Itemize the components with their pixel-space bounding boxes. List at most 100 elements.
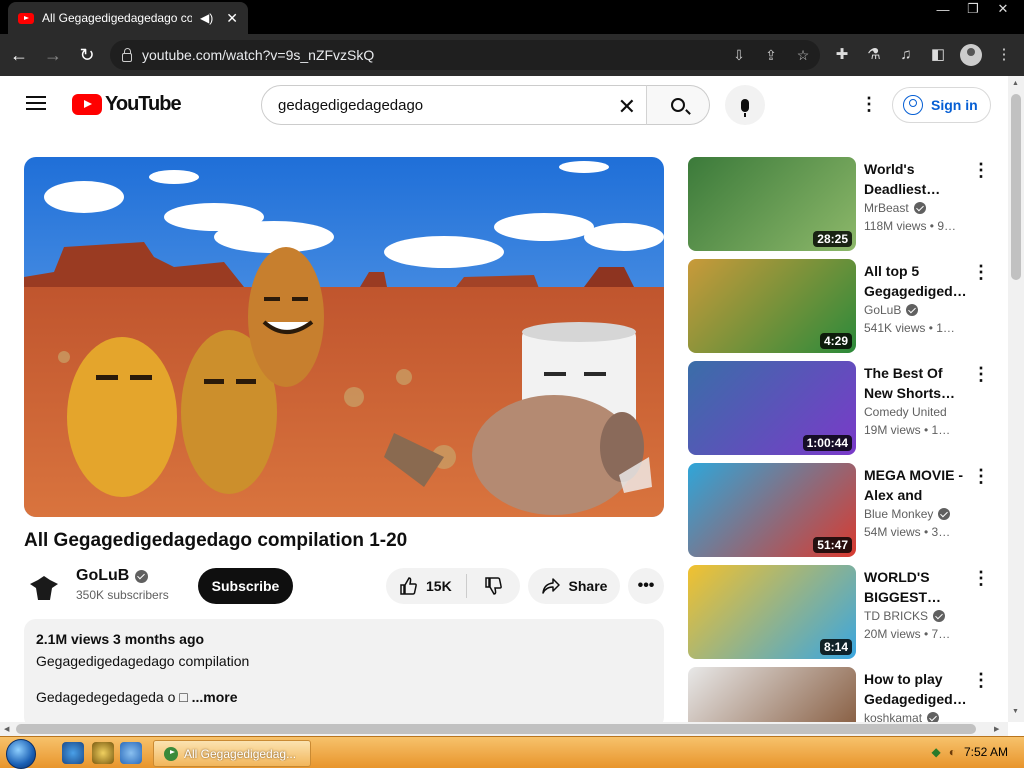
voice-search-button[interactable]	[725, 85, 765, 125]
scroll-right-icon[interactable]: ▶	[994, 725, 999, 733]
address-bar[interactable]: youtube.com/watch?v=9s_nZFvzSkQ ⇩ ⇪ ☆	[110, 40, 820, 70]
vertical-scrollbar[interactable]: ▲ ▼	[1008, 76, 1024, 722]
recommendation-card[interactable]: 8:14 WORLD'S BIGGEST… TD BRICKS 20M views •…	[688, 565, 1000, 659]
channel-avatar[interactable]	[24, 566, 64, 606]
taskbar-chrome-window[interactable]: All Gegagedigedag...	[153, 740, 311, 767]
reload-button[interactable]: ↻	[72, 40, 102, 70]
recommendation-title[interactable]: All top 5 Gegagediged…	[864, 261, 968, 301]
recommendation-channel-row[interactable]: Blue Monkey	[864, 507, 951, 521]
recommendation-channel-row[interactable]: koshkamat	[864, 711, 940, 722]
scroll-left-icon[interactable]: ◀	[4, 725, 9, 733]
recommendation-title[interactable]: World's Deadliest…	[864, 159, 968, 199]
recommendation-channel[interactable]: koshkamat	[864, 711, 922, 722]
channel-name[interactable]: GoLuB	[76, 567, 129, 585]
youtube-logo[interactable]: YouTube	[72, 93, 182, 116]
recommendation-title[interactable]: How to play Gedagediged…	[864, 669, 968, 709]
lab-flask-icon[interactable]: ⚗	[864, 44, 884, 64]
youtube-favicon-icon	[18, 12, 34, 24]
menu-hamburger-icon[interactable]	[26, 96, 46, 110]
recommendation-thumbnail[interactable]: 8:14	[688, 565, 856, 659]
side-panel-icon[interactable]: ◧	[928, 44, 948, 64]
browser-tab[interactable]: All Gegagedigedagedago co ◀) ✕	[8, 2, 248, 34]
start-button-icon[interactable]	[6, 739, 36, 769]
recommendation-menu-icon[interactable]: ⋮	[972, 365, 990, 383]
forward-button[interactable]: →	[38, 40, 68, 70]
recommendation-channel-row[interactable]: GoLuB	[864, 303, 919, 317]
profile-avatar-icon[interactable]	[960, 44, 982, 66]
recommendation-channel[interactable]: MrBeast	[864, 201, 909, 215]
browser-menu-icon[interactable]: ⋮	[994, 44, 1014, 64]
bookmark-star-icon[interactable]: ☆	[794, 46, 812, 64]
lock-icon[interactable]	[122, 47, 132, 62]
show-more-link[interactable]: ...more	[188, 689, 238, 705]
speaker-icon[interactable]: ◀)	[200, 11, 213, 25]
recommendation-card[interactable]: 51:47 MEGA MOVIE - Alex and Stev… Blue Mon…	[688, 463, 1000, 557]
search-input[interactable]: gedagedigedagedago ✕	[261, 85, 647, 125]
recommendation-meta: 118M views • 9…	[864, 219, 957, 233]
media-control-icon[interactable]: ♫	[896, 44, 916, 64]
horizontal-scroll-thumb[interactable]	[16, 724, 976, 734]
more-actions-button[interactable]: •••	[628, 568, 664, 604]
recommendation-channel[interactable]: GoLuB	[864, 303, 901, 317]
recommendation-title[interactable]: WORLD'S BIGGEST…	[864, 567, 968, 607]
recommendation-card[interactable]: 28:25 World's Deadliest… MrBeast 118M views…	[688, 157, 1000, 251]
recommendation-card[interactable]: How to play Gedagediged… koshkamat ⋮	[688, 667, 1000, 722]
like-button[interactable]: 15K	[386, 574, 467, 598]
clock[interactable]: 7:52 AM	[964, 745, 1008, 759]
recommendation-thumbnail[interactable]: 28:25	[688, 157, 856, 251]
video-player[interactable]	[24, 157, 664, 517]
recommendation-channel[interactable]: Blue Monkey	[864, 507, 933, 521]
tab-close-icon[interactable]: ✕	[226, 10, 238, 27]
recommendation-title[interactable]: MEGA MOVIE - Alex and Stev…	[864, 465, 968, 505]
description-box[interactable]: 2.1M views 3 months ago Gegagedigedageda…	[24, 619, 664, 722]
recommendation-menu-icon[interactable]: ⋮	[972, 671, 990, 689]
network-icon[interactable]: ◆	[931, 745, 940, 759]
recommendation-channel-row[interactable]: Comedy United	[864, 405, 947, 419]
horizontal-scrollbar[interactable]: ◀ ▶	[0, 722, 1008, 736]
tab-title: All Gegagedigedagedago co	[42, 11, 192, 25]
channel-name-row[interactable]: GoLuB	[76, 567, 149, 585]
browser-icon[interactable]	[120, 742, 142, 764]
recommendation-menu-icon[interactable]: ⋮	[972, 161, 990, 179]
minimize-button[interactable]: —	[928, 0, 958, 18]
recommendation-menu-icon[interactable]: ⋮	[972, 569, 990, 587]
media-player-icon[interactable]	[92, 742, 114, 764]
recommendation-thumbnail[interactable]: 1:00:44	[688, 361, 856, 455]
url-text[interactable]: youtube.com/watch?v=9s_nZFvzSkQ	[142, 47, 374, 63]
recommendation-thumbnail[interactable]: 51:47	[688, 463, 856, 557]
scroll-down-icon[interactable]: ▼	[1012, 708, 1019, 715]
vertical-scroll-thumb[interactable]	[1011, 94, 1021, 280]
recommendation-menu-icon[interactable]: ⋮	[972, 263, 990, 281]
search-query[interactable]: gedagedigedagedago	[278, 97, 423, 114]
share-page-icon[interactable]: ⇪	[762, 46, 780, 64]
dislike-button[interactable]	[467, 576, 520, 596]
windows-taskbar: All Gegagedigedag... ◆ ◐ 7:52 AM	[0, 736, 1024, 769]
recommendation-menu-icon[interactable]: ⋮	[972, 467, 990, 485]
install-app-icon[interactable]: ⇩	[730, 46, 748, 64]
back-button[interactable]: ←	[4, 40, 34, 70]
scroll-up-icon[interactable]: ▲	[1012, 80, 1019, 87]
extensions-puzzle-icon[interactable]: ✚	[832, 44, 852, 64]
recommendation-card[interactable]: 1:00:44 The Best Of New Shorts… Comedy Uni…	[688, 361, 1000, 455]
subscribe-button[interactable]: Subscribe	[198, 568, 293, 604]
restore-button[interactable]: ❐	[958, 0, 988, 18]
recommendation-thumbnail[interactable]: 4:29	[688, 259, 856, 353]
search-button[interactable]	[646, 85, 710, 125]
sign-in-button[interactable]: Sign in	[892, 87, 991, 123]
recommendation-channel[interactable]: Comedy United	[864, 405, 947, 419]
recommendation-channel[interactable]: TD BRICKS	[864, 609, 928, 623]
recommendation-title[interactable]: The Best Of New Shorts…	[864, 363, 968, 403]
share-button[interactable]: Share	[528, 568, 620, 604]
verified-check-icon	[927, 712, 940, 722]
internet-explorer-icon[interactable]	[62, 742, 84, 764]
recommendation-thumbnail[interactable]	[688, 667, 856, 722]
close-window-button[interactable]: ✕	[988, 0, 1018, 18]
settings-kebab-icon[interactable]: ⋮	[860, 95, 878, 113]
recommendation-channel-row[interactable]: MrBeast	[864, 201, 926, 215]
volume-icon[interactable]: ◐	[949, 745, 956, 759]
youtube-page: YouTube gedagedigedagedago ✕ ⋮ Sign in A…	[0, 76, 1008, 722]
clear-search-icon[interactable]: ✕	[618, 94, 636, 120]
channel-avatar-image	[24, 566, 64, 606]
recommendation-card[interactable]: 4:29 All top 5 Gegagediged… GoLuB 541K view…	[688, 259, 1000, 353]
recommendation-channel-row[interactable]: TD BRICKS	[864, 609, 946, 623]
